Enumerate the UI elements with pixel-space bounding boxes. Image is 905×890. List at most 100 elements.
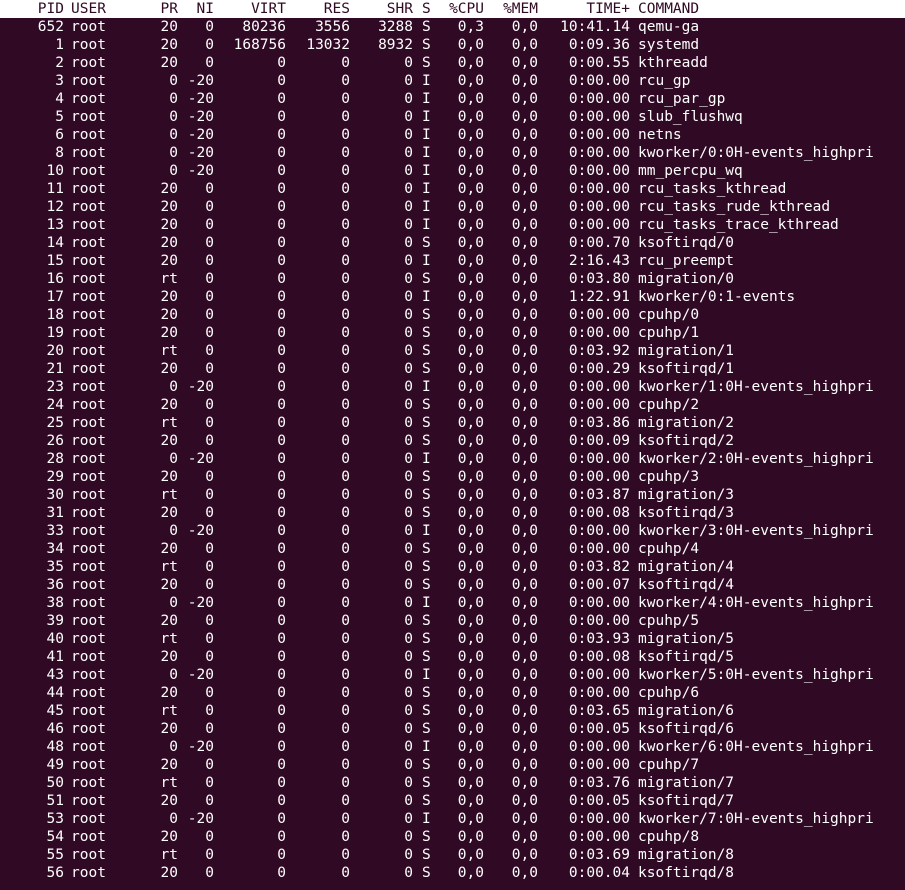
shr-cell: 0 xyxy=(404,559,413,575)
virt-cell: 0 xyxy=(277,631,286,647)
process-row[interactable]: 14 root 20 0 0 0 0 S 0,0 0,0 0:00.70 ksoftirqd/0 xyxy=(0,234,905,252)
process-row[interactable]: 50 root rt 0 0 0 0 S 0,0 0,0 0:03.76 migration/7 xyxy=(0,774,905,792)
priority-cell: rt xyxy=(160,631,178,647)
process-row[interactable]: 1 root 20 0 168756 13032 8932 S 0,0 0,0 0:09.36 sys… xyxy=(0,36,905,54)
res-cell: 0 xyxy=(341,127,350,143)
cpu-cell: 0,0 xyxy=(457,433,484,449)
cpu-cell: 0,0 xyxy=(457,559,484,575)
nice-cell: -20 xyxy=(187,451,214,467)
shr-cell: 0 xyxy=(404,217,413,233)
process-row[interactable]: 45 root rt 0 0 0 0 S 0,0 0,0 0:03.65 migration/6 xyxy=(0,702,905,720)
state-cell: I xyxy=(422,217,431,233)
process-row[interactable]: 38 root 0 -20 0 0 0 I 0,0 0,0 0:00.00 kworker/4:0H-… xyxy=(0,594,905,612)
priority-cell: rt xyxy=(160,847,178,863)
state-cell: I xyxy=(422,811,431,827)
nice-cell: 0 xyxy=(205,703,214,719)
time-cell: 0:03.87 xyxy=(568,487,630,503)
process-row[interactable]: 35 root rt 0 0 0 0 S 0,0 0,0 0:03.82 migration/4 xyxy=(0,558,905,576)
user-cell: root xyxy=(71,415,106,431)
process-row[interactable]: 3 root 0 -20 0 0 0 I 0,0 0,0 0:00.00 rcu_gp xyxy=(0,72,905,90)
top-process-list[interactable]: PID USER PR NI VIRT RES SHR S %CPU %MEM … xyxy=(0,0,905,890)
process-row[interactable]: 8 root 0 -20 0 0 0 I 0,0 0,0 0:00.00 kworker/0:0H-e… xyxy=(0,144,905,162)
process-row[interactable]: 34 root 20 0 0 0 0 S 0,0 0,0 0:00.00 cpuhp/4 xyxy=(0,540,905,558)
user-cell: root xyxy=(71,721,106,737)
pid-cell: 16 xyxy=(46,271,64,287)
process-row[interactable]: 652 root 20 0 80236 3556 3288 S 0,3 0,0 10:41.14 qe… xyxy=(0,18,905,36)
virt-cell: 0 xyxy=(277,595,286,611)
res-cell: 0 xyxy=(341,721,350,737)
process-row[interactable]: 56 root 20 0 0 0 0 S 0,0 0,0 0:00.04 ksoftirqd/8 xyxy=(0,864,905,882)
process-row[interactable]: 23 root 0 -20 0 0 0 I 0,0 0,0 0:00.00 kworker/1:0H-… xyxy=(0,378,905,396)
process-row[interactable]: 39 root 20 0 0 0 0 S 0,0 0,0 0:00.00 cpuhp/5 xyxy=(0,612,905,630)
mem-cell: 0,0 xyxy=(511,217,538,233)
nice-cell: 0 xyxy=(205,631,214,647)
virt-cell: 0 xyxy=(277,757,286,773)
mem-cell: 0,0 xyxy=(511,757,538,773)
process-row[interactable]: 48 root 0 -20 0 0 0 I 0,0 0,0 0:00.00 kworker/6:0H-… xyxy=(0,738,905,756)
process-row[interactable]: 44 root 20 0 0 0 0 S 0,0 0,0 0:00.00 cpuhp/6 xyxy=(0,684,905,702)
process-row[interactable]: 5 root 0 -20 0 0 0 I 0,0 0,0 0:00.00 slub_flushwq xyxy=(0,108,905,126)
process-row[interactable]: 19 root 20 0 0 0 0 S 0,0 0,0 0:00.00 cpuhp/1 xyxy=(0,324,905,342)
process-row[interactable]: 15 root 20 0 0 0 0 I 0,0 0,0 2:16.43 rcu_preempt xyxy=(0,252,905,270)
priority-cell: 20 xyxy=(160,541,178,557)
process-row[interactable]: 53 root 0 -20 0 0 0 I 0,0 0,0 0:00.00 kworker/7:0H-… xyxy=(0,810,905,828)
time-cell: 0:00.00 xyxy=(568,73,630,89)
process-row[interactable]: 21 root 20 0 0 0 0 S 0,0 0,0 0:00.29 ksoftirqd/1 xyxy=(0,360,905,378)
process-row[interactable]: 10 root 0 -20 0 0 0 I 0,0 0,0 0:00.00 mm_percpu_wq xyxy=(0,162,905,180)
priority-cell: 20 xyxy=(160,757,178,773)
process-row[interactable]: 41 root 20 0 0 0 0 S 0,0 0,0 0:00.08 ksoftirqd/5 xyxy=(0,648,905,666)
process-row[interactable]: 4 root 0 -20 0 0 0 I 0,0 0,0 0:00.00 rcu_par_gp xyxy=(0,90,905,108)
command-cell: ksoftirqd/0 xyxy=(638,235,735,251)
cpu-cell: 0,0 xyxy=(457,703,484,719)
process-row[interactable]: 54 root 20 0 0 0 0 S 0,0 0,0 0:00.00 cpuhp/8 xyxy=(0,828,905,846)
pid-cell: 12 xyxy=(46,199,64,215)
process-row[interactable]: 25 root rt 0 0 0 0 S 0,0 0,0 0:03.86 migration/2 xyxy=(0,414,905,432)
process-row[interactable]: 18 root 20 0 0 0 0 S 0,0 0,0 0:00.00 cpuhp/0 xyxy=(0,306,905,324)
priority-cell: 0 xyxy=(169,595,178,611)
process-row[interactable]: 16 root rt 0 0 0 0 S 0,0 0,0 0:03.80 migration/0 xyxy=(0,270,905,288)
cpu-cell: 0,0 xyxy=(457,253,484,269)
user-cell: root xyxy=(71,199,106,215)
virt-cell: 0 xyxy=(277,379,286,395)
command-cell: migration/5 xyxy=(638,631,735,647)
process-row[interactable]: 40 root rt 0 0 0 0 S 0,0 0,0 0:03.93 migration/5 xyxy=(0,630,905,648)
process-row[interactable]: 31 root 20 0 0 0 0 S 0,0 0,0 0:00.08 ksoftirqd/3 xyxy=(0,504,905,522)
nice-cell: 0 xyxy=(205,487,214,503)
pid-cell: 34 xyxy=(46,541,64,557)
process-row[interactable]: 24 root 20 0 0 0 0 S 0,0 0,0 0:00.00 cpuhp/2 xyxy=(0,396,905,414)
process-row[interactable]: 29 root 20 0 0 0 0 S 0,0 0,0 0:00.00 cpuhp/3 xyxy=(0,468,905,486)
process-row[interactable]: 46 root 20 0 0 0 0 S 0,0 0,0 0:00.05 ksoftirqd/6 xyxy=(0,720,905,738)
process-row[interactable]: 28 root 0 -20 0 0 0 I 0,0 0,0 0:00.00 kworker/2:0H-… xyxy=(0,450,905,468)
process-row[interactable]: 2 root 20 0 0 0 0 S 0,0 0,0 0:00.55 kthreadd xyxy=(0,54,905,72)
virt-cell: 0 xyxy=(277,469,286,485)
priority-cell: 20 xyxy=(160,721,178,737)
shr-cell: 0 xyxy=(404,523,413,539)
process-row[interactable]: 51 root 20 0 0 0 0 S 0,0 0,0 0:00.05 ksoftirqd/7 xyxy=(0,792,905,810)
state-cell: S xyxy=(422,559,431,575)
process-row[interactable]: 36 root 20 0 0 0 0 S 0,0 0,0 0:00.07 ksoftirqd/4 xyxy=(0,576,905,594)
process-row[interactable]: 26 root 20 0 0 0 0 S 0,0 0,0 0:00.09 ksoftirqd/2 xyxy=(0,432,905,450)
process-row[interactable]: 11 root 20 0 0 0 0 I 0,0 0,0 0:00.00 rcu_tasks_kthr… xyxy=(0,180,905,198)
nice-cell: 0 xyxy=(205,541,214,557)
process-row[interactable]: 17 root 20 0 0 0 0 I 0,0 0,0 1:22.91 kworker/0:1-ev… xyxy=(0,288,905,306)
mem-cell: 0,0 xyxy=(511,91,538,107)
shr-cell: 0 xyxy=(404,739,413,755)
command-cell: ksoftirqd/8 xyxy=(638,865,735,881)
time-cell: 0:03.82 xyxy=(568,559,630,575)
res-cell: 0 xyxy=(341,451,350,467)
process-row[interactable]: 13 root 20 0 0 0 0 I 0,0 0,0 0:00.00 rcu_tasks_trac… xyxy=(0,216,905,234)
res-cell: 13032 xyxy=(306,37,350,53)
process-row[interactable]: 55 root rt 0 0 0 0 S 0,0 0,0 0:03.69 migration/8 xyxy=(0,846,905,864)
process-row[interactable]: 30 root rt 0 0 0 0 S 0,0 0,0 0:03.87 migration/3 xyxy=(0,486,905,504)
user-cell: root xyxy=(71,541,106,557)
res-cell: 0 xyxy=(341,289,350,305)
mem-cell: 0,0 xyxy=(511,469,538,485)
process-row[interactable]: 6 root 0 -20 0 0 0 I 0,0 0,0 0:00.00 netns xyxy=(0,126,905,144)
process-row[interactable]: 33 root 0 -20 0 0 0 I 0,0 0,0 0:00.00 kworker/3:0H-… xyxy=(0,522,905,540)
process-row[interactable]: 20 root rt 0 0 0 0 S 0,0 0,0 0:03.92 migration/1 xyxy=(0,342,905,360)
process-row[interactable]: 43 root 0 -20 0 0 0 I 0,0 0,0 0:00.00 kworker/5:0H-… xyxy=(0,666,905,684)
state-cell: S xyxy=(422,613,431,629)
process-row[interactable]: 12 root 20 0 0 0 0 I 0,0 0,0 0:00.00 rcu_tasks_rude… xyxy=(0,198,905,216)
priority-cell: 20 xyxy=(160,181,178,197)
process-row[interactable]: 49 root 20 0 0 0 0 S 0,0 0,0 0:00.00 cpuhp/7 xyxy=(0,756,905,774)
